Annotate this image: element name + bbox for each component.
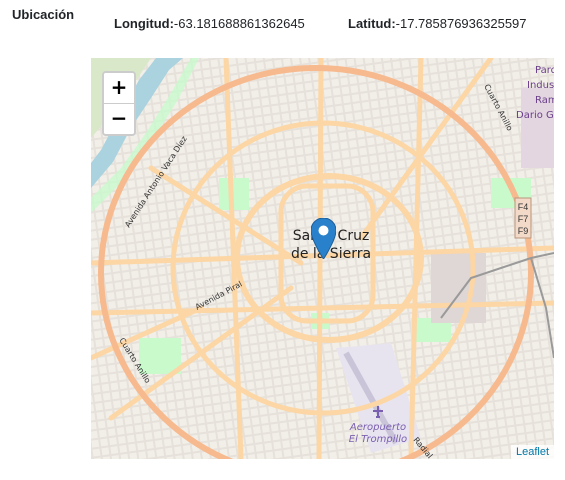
section-label-ubicacion: Ubicación <box>12 7 75 22</box>
location-marker-icon[interactable] <box>311 218 336 259</box>
map-label-park-line3: Ram <box>535 95 554 106</box>
route-badge-f9: F9 <box>518 226 529 236</box>
longitude-label: Longitud: <box>114 16 174 31</box>
zoom-in-button[interactable]: + <box>104 73 134 104</box>
latitude-value: -17.785876936325597 <box>395 16 527 31</box>
zoom-out-button[interactable]: − <box>104 104 134 134</box>
map-label-park-line4: Dario G <box>516 110 554 121</box>
longitude-display: Longitud:-63.181688861362645 <box>114 16 305 31</box>
longitude-value: -63.181688861362645 <box>173 16 305 31</box>
map-label-airport-line2: El Trompillo <box>349 434 407 445</box>
route-badge-f4: F4 <box>518 202 529 212</box>
map-label-park-line2: Indus <box>527 80 554 91</box>
map-container[interactable]: F4 F7 F9 Santa Cruz de la Sierra Aeropue… <box>91 58 554 459</box>
leaflet-attribution-link[interactable]: Leaflet <box>510 445 554 459</box>
map-label-park-line1: Parq <box>535 65 554 76</box>
latitude-display: Latitud:-17.785876936325597 <box>348 16 527 31</box>
latitude-label: Latitud: <box>348 16 396 31</box>
route-badge-f7: F7 <box>518 214 529 224</box>
zoom-control: + − <box>102 71 136 136</box>
map-label-airport-line1: Aeropuerto <box>349 422 406 433</box>
